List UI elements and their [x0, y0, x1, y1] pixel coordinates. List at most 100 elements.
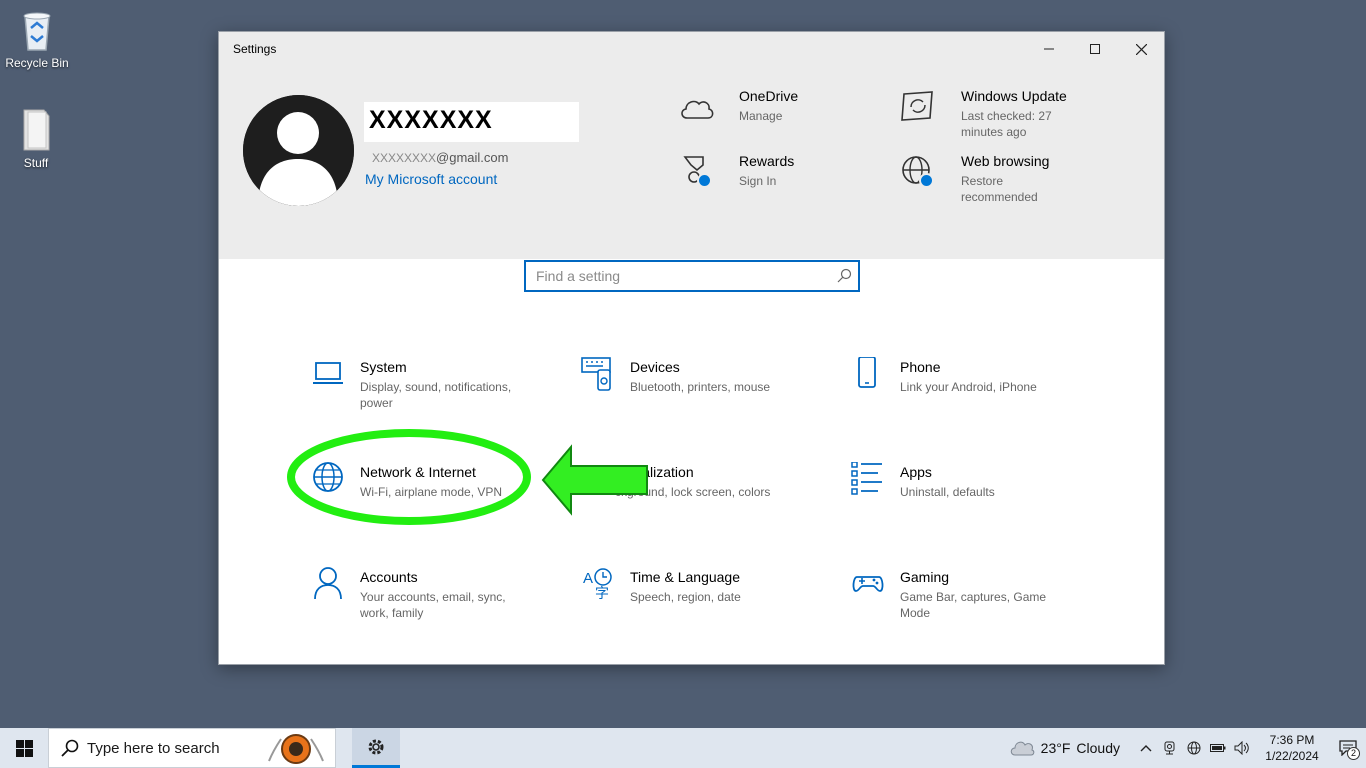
microsoft-account-link[interactable]: My Microsoft account — [365, 171, 497, 187]
category-name: rsonalization — [615, 464, 694, 480]
category-name: Devices — [630, 359, 680, 375]
person-icon — [311, 567, 345, 601]
taskbar-clock[interactable]: 7:36 PM 1/22/2024 — [1254, 732, 1330, 764]
category-accounts[interactable]: Accounts Your accounts, email, sync, work… — [311, 567, 551, 621]
category-network-internet[interactable]: Network & Internet Wi-Fi, airplane mode, … — [311, 462, 551, 500]
find-setting-search[interactable] — [524, 260, 860, 292]
desktop-icon-stuff[interactable]: Stuff — [1, 108, 71, 170]
weather-widget[interactable]: 23°F Cloudy — [1009, 739, 1120, 757]
web-browsing-item[interactable]: Web browsing Restore recommended — [899, 153, 1051, 205]
rewards-item[interactable]: Rewards Sign In — [677, 153, 794, 193]
cloud-icon — [1010, 741, 1034, 756]
apps-list-icon — [851, 461, 885, 496]
web-browsing-title: Web browsing — [961, 153, 1050, 169]
globe-icon — [1187, 741, 1201, 755]
folder-icon — [16, 108, 56, 152]
webcam-icon — [1164, 741, 1175, 755]
desktop-icon-label: Stuff — [23, 156, 49, 170]
close-button[interactable] — [1118, 32, 1164, 66]
gear-icon — [368, 739, 384, 754]
desktop-icon-label: Recycle Bin — [5, 56, 69, 70]
maximize-icon — [1090, 44, 1100, 54]
taskbar-search-placeholder: Type here to search — [87, 739, 220, 757]
category-name: Gaming — [900, 569, 950, 585]
category-devices[interactable]: Devices Bluetooth, printers, mouse — [581, 357, 821, 395]
status-dot — [697, 173, 712, 188]
tray-battery[interactable] — [1206, 728, 1230, 768]
taskbar-search-box[interactable]: Type here to search — [48, 728, 336, 768]
recycle-bin-icon — [17, 8, 57, 52]
status-dot — [919, 173, 934, 188]
onedrive-item[interactable]: OneDrive Manage — [677, 88, 798, 128]
rewards-subtitle: Sign In — [739, 174, 777, 188]
category-time-language[interactable]: A字 Time & Language Speech, region, date — [581, 567, 821, 605]
web-browsing-subtitle: Restore recommended — [961, 174, 1038, 204]
onedrive-title: OneDrive — [739, 88, 799, 104]
show-hidden-icons-button[interactable] — [1134, 728, 1158, 768]
category-name: Accounts — [360, 569, 418, 585]
category-gaming[interactable]: Gaming Game Bar, captures, Game Mode — [851, 569, 1091, 621]
start-button[interactable] — [0, 728, 48, 768]
windows-logo-icon — [15, 739, 33, 757]
personalization-icon — [581, 462, 615, 496]
windows-update-subtitle: Last checked: 27 minutes ago — [961, 109, 1052, 139]
globe-icon — [899, 153, 939, 193]
category-phone[interactable]: Phone Link your Android, iPhone — [851, 356, 1091, 395]
action-center-button[interactable]: 2 — [1330, 728, 1366, 768]
category-desc: Bluetooth, printers, mouse — [630, 380, 771, 394]
tray-meet-now[interactable] — [1158, 728, 1182, 768]
minimize-button[interactable] — [1026, 32, 1072, 66]
onedrive-subtitle: Manage — [739, 109, 783, 123]
category-personalization[interactable]: rsonalization ckground, lock screen, colo… — [581, 464, 821, 500]
email-masked-part: XXXXXXXX — [372, 151, 437, 165]
taskbar-settings-app[interactable] — [352, 728, 400, 768]
category-system[interactable]: System Display, sound, notifications, pow… — [311, 359, 551, 411]
clock-time: 7:36 PM — [1269, 733, 1315, 747]
email-domain: @gmail.com — [436, 150, 509, 165]
time-language-icon: A字 — [581, 567, 615, 601]
avatar[interactable] — [243, 95, 354, 206]
cloud-icon — [677, 88, 717, 128]
category-name: Time & Language — [630, 569, 740, 585]
weather-temperature: 23°F — [1040, 740, 1071, 756]
svg-text:A: A — [583, 570, 593, 587]
minimize-icon — [1044, 48, 1054, 50]
account-email: XXXXXXXX@gmail.com — [372, 150, 508, 165]
windows-update-title: Windows Update — [961, 88, 1067, 104]
category-desc: Wi-Fi, airplane mode, VPN — [360, 485, 503, 499]
search-highlight-icon — [268, 734, 324, 764]
laptop-icon — [311, 357, 345, 391]
gamepad-icon — [851, 567, 885, 601]
category-name: System — [360, 359, 407, 375]
tray-network[interactable] — [1182, 728, 1206, 768]
taskbar: Type here to search 23°F Cloudy 7:36 PM … — [0, 728, 1366, 768]
title-bar[interactable]: Settings — [219, 32, 1164, 66]
maximize-button[interactable] — [1072, 32, 1118, 66]
category-desc: Display, sound, notifications, power — [360, 380, 512, 410]
settings-window: Settings XXXXXXX XXXXXXXX@gmail.com My M… — [218, 31, 1165, 665]
windows-update-item[interactable]: Windows Update Last checked: 27 minutes … — [899, 88, 1081, 140]
close-icon — [1135, 43, 1147, 55]
phone-icon — [851, 356, 885, 391]
account-header: XXXXXXX XXXXXXXX@gmail.com My Microsoft … — [219, 66, 1164, 259]
rewards-title: Rewards — [739, 153, 795, 169]
category-apps[interactable]: Apps Uninstall, defaults — [851, 461, 1091, 500]
chevron-up-icon — [1140, 745, 1152, 752]
svg-text:字: 字 — [595, 585, 609, 601]
category-name: Phone — [900, 359, 941, 375]
devices-icon — [581, 357, 615, 391]
category-desc: Speech, region, date — [630, 590, 741, 604]
battery-icon — [1210, 744, 1226, 752]
desktop-icon-recycle-bin[interactable]: Recycle Bin — [2, 8, 72, 70]
clock-date: 1/22/2024 — [1265, 749, 1319, 763]
search-icon — [837, 268, 852, 283]
account-name: XXXXXXX — [364, 102, 579, 142]
trophy-icon — [677, 153, 717, 193]
tray-volume[interactable] — [1230, 728, 1254, 768]
category-desc: ckground, lock screen, colors — [615, 485, 771, 499]
category-desc: Your accounts, email, sync, work, family — [360, 590, 506, 620]
search-icon — [61, 739, 79, 757]
search-input[interactable] — [526, 262, 858, 290]
window-title: Settings — [233, 42, 277, 56]
category-desc: Link your Android, iPhone — [900, 380, 1037, 394]
